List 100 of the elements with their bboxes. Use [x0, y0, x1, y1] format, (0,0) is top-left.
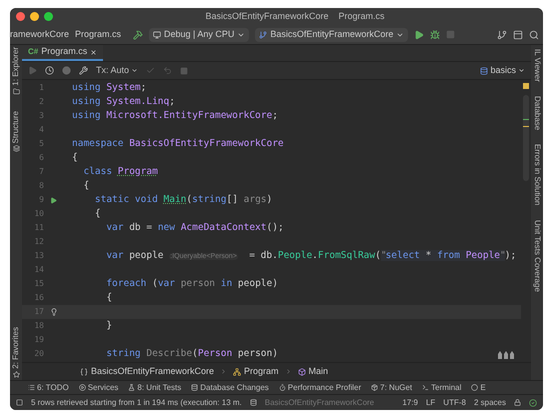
file-encoding[interactable]: UTF-8: [443, 396, 466, 408]
folder-icon: [12, 88, 20, 95]
warning-marker: [523, 126, 529, 127]
code-text: {: [94, 206, 101, 221]
nav-breadcrumb-item[interactable]: rameworkCore: [10, 28, 70, 42]
code-text: {: [82, 178, 90, 193]
code-text: class Program: [82, 164, 158, 179]
tool-window-tab[interactable]: Database: [531, 96, 543, 130]
tool-window-tab[interactable]: Unit Tests Coverage: [531, 220, 543, 292]
line-number: 19: [33, 334, 44, 346]
tool-window-tab[interactable]: 2: Favorites: [10, 327, 22, 380]
chevron-icon: [220, 368, 228, 375]
editor-tab[interactable]: C# Program.cs: [22, 45, 104, 61]
status-project: BasicsOfEntityFrameworkCore: [264, 396, 374, 408]
terminal-icon: [422, 384, 430, 391]
indent-setting[interactable]: 2 spaces: [474, 396, 506, 408]
run-icon[interactable]: [414, 30, 424, 40]
tool-window-button[interactable]: Services: [78, 382, 118, 394]
line-number: 2: [38, 96, 44, 108]
change-marker: [523, 119, 529, 120]
timer-icon: [278, 384, 286, 391]
transaction-dropdown[interactable]: Tx: Auto: [96, 64, 138, 78]
list-icon: [28, 384, 35, 391]
status-message: 5 rows retrieved starting from 1 in 194 ms (execution: 13 m.: [31, 396, 242, 408]
csharp-file-icon: C#: [28, 46, 38, 58]
run-configuration-dropdown[interactable]: BasicsOfEntityFrameworkCore: [255, 28, 408, 42]
tool-window-tab[interactable]: Structure: [10, 110, 22, 154]
settings-icon[interactable]: [79, 66, 88, 75]
code-text: namespace BasicsOfEntityFrameworkCore: [72, 136, 284, 151]
tool-window-button[interactable]: Terminal: [422, 382, 462, 394]
line-number: 5: [38, 138, 44, 150]
caret-position[interactable]: 17:9: [402, 396, 418, 408]
check-icon[interactable]: [529, 398, 537, 406]
code-text: }: [105, 318, 112, 333]
minimize-button[interactable]: [30, 12, 39, 21]
run-gutter-icon[interactable]: [50, 196, 57, 204]
tool-window-button[interactable]: 7: NuGet: [371, 382, 412, 394]
play-icon: [78, 384, 86, 391]
line-number: 15: [33, 278, 44, 290]
close-icon[interactable]: [90, 48, 98, 56]
line-number: 10: [33, 208, 44, 220]
caret-icon: [131, 67, 138, 74]
line-number: 18: [33, 320, 44, 332]
db-icon: [191, 384, 198, 391]
chevron-icon: [284, 368, 292, 375]
namespace-icon: [80, 368, 88, 376]
debug-icon[interactable]: [430, 30, 440, 40]
tool-window-button[interactable]: Performance Profiler: [278, 382, 362, 394]
code-text: foreach (var person in people): [105, 276, 278, 291]
caret-icon: [518, 67, 525, 74]
database-icon: [480, 66, 488, 74]
breadcrumb-item[interactable]: Main: [298, 364, 328, 378]
tool-window-button[interactable]: E: [471, 382, 486, 394]
line-number: 7: [38, 166, 44, 178]
history-icon[interactable]: [45, 66, 54, 75]
warning-status-icon: [523, 83, 529, 89]
package-icon: [371, 384, 378, 391]
line-number: 13: [33, 250, 44, 262]
zoom-button[interactable]: [44, 12, 53, 21]
line-number: 1: [38, 82, 44, 94]
tests-icon: [128, 384, 136, 391]
line-number: 16: [33, 292, 44, 304]
line-ending[interactable]: LF: [426, 396, 436, 408]
line-number: 20: [33, 348, 44, 360]
nav-breadcrumb-item[interactable]: Program.cs: [75, 28, 122, 42]
line-number: 6: [38, 152, 44, 164]
code-text: {: [105, 290, 112, 305]
line-number: 9: [38, 194, 44, 206]
configuration-dropdown[interactable]: Debug | Any CPU: [149, 28, 250, 42]
line-number: 3: [38, 110, 44, 122]
line-number: 14: [33, 264, 44, 276]
code-text: static void Main(string[] args): [94, 192, 272, 207]
window-title: BasicsOfEntityFrameworkCore: [205, 10, 328, 23]
build-icon[interactable]: [133, 30, 144, 40]
line-number: 4: [38, 124, 44, 136]
schema-dropdown[interactable]: basics: [480, 64, 525, 78]
star-icon: [12, 371, 20, 378]
code-text: using System.Linq;: [72, 94, 175, 109]
tool-window-button[interactable]: 6: TODO: [28, 382, 69, 394]
tool-window-tab[interactable]: 1: Explorer: [10, 47, 22, 97]
code-text: using System;: [72, 80, 146, 95]
line-number: 11: [33, 222, 44, 234]
code-text: var db = new AcmeDataContext();: [105, 220, 284, 235]
breadcrumb-item[interactable]: BasicsOfEntityFrameworkCore: [80, 364, 214, 378]
window-icon[interactable]: [513, 30, 523, 40]
tool-window-tab[interactable]: Errors in Solution: [531, 144, 543, 206]
tool-window-tab[interactable]: IL Viewer: [531, 49, 543, 82]
monitor-icon: [153, 30, 162, 38]
window-title-file: Program.cs: [338, 10, 385, 23]
code-text: using Microsoft.EntityFrameworkCore;: [72, 108, 278, 123]
structure-icon: [12, 145, 20, 152]
breadcrumb-item[interactable]: Program: [233, 364, 279, 378]
search-icon[interactable]: [529, 30, 539, 40]
database-icon: [250, 399, 257, 406]
tool-window-button[interactable]: 8: Unit Tests: [128, 382, 182, 394]
tool-window-button[interactable]: Database Changes: [191, 382, 269, 394]
lightbulb-icon[interactable]: [50, 308, 58, 316]
lock-icon[interactable]: [514, 399, 521, 406]
close-button[interactable]: [16, 12, 25, 21]
code-text: {: [72, 150, 78, 165]
